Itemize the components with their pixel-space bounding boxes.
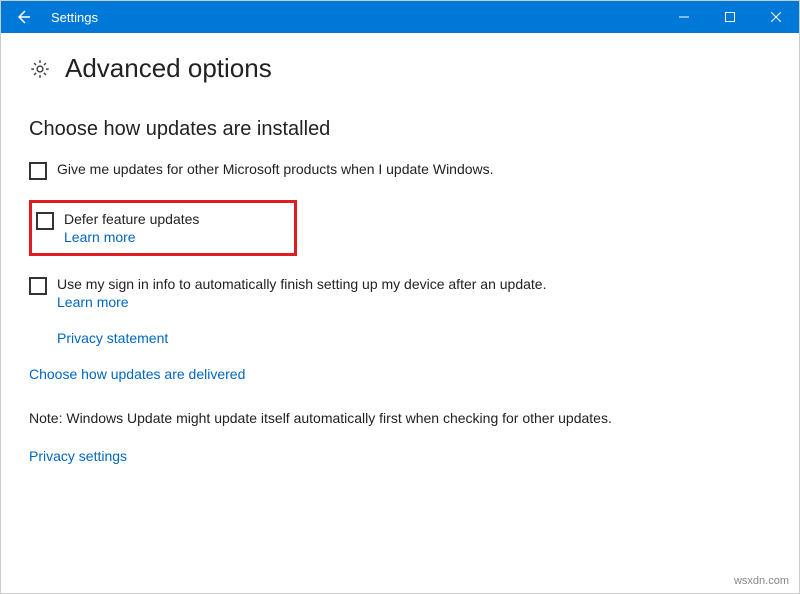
section-heading: Choose how updates are installed: [29, 118, 771, 141]
minimize-icon: [679, 12, 689, 22]
checkbox-sign-in-info: Use my sign in info to automatically fin…: [29, 274, 771, 312]
privacy-statement-link[interactable]: Privacy statement: [57, 330, 771, 346]
minimize-button[interactable]: [661, 1, 707, 33]
close-icon: [771, 12, 781, 22]
checkbox-other-products-box[interactable]: [29, 162, 47, 180]
checkbox-sign-in-info-box[interactable]: [29, 277, 47, 295]
page-header: Advanced options: [29, 53, 771, 84]
back-button[interactable]: [1, 1, 45, 33]
page-title: Advanced options: [65, 53, 272, 84]
checkbox-other-products-label: Give me updates for other Microsoft prod…: [57, 161, 494, 177]
defer-learn-more-link[interactable]: Learn more: [64, 229, 199, 245]
note-text: Note: Windows Update might update itself…: [29, 410, 771, 426]
gear-icon: [29, 58, 51, 80]
sign-in-learn-more-link[interactable]: Learn more: [57, 294, 546, 310]
checkbox-defer-content: Defer feature updates Learn more: [64, 211, 199, 245]
checkbox-other-products: Give me updates for other Microsoft prod…: [29, 159, 771, 182]
highlight-defer-updates: Defer feature updates Learn more: [29, 200, 297, 256]
checkbox-defer-updates-box[interactable]: [36, 212, 54, 230]
checkbox-defer-updates-label: Defer feature updates: [64, 211, 199, 227]
window-controls: [661, 1, 799, 33]
arrow-left-icon: [15, 9, 31, 25]
window-title: Settings: [51, 10, 661, 25]
watermark: wsxdn.com: [734, 575, 789, 587]
maximize-button[interactable]: [707, 1, 753, 33]
titlebar: Settings: [1, 1, 799, 33]
content-area: Advanced options Choose how updates are …: [1, 33, 799, 512]
privacy-settings-link[interactable]: Privacy settings: [29, 448, 771, 464]
maximize-icon: [725, 12, 735, 22]
checkbox-sign-in-info-label: Use my sign in info to automatically fin…: [57, 276, 546, 292]
delivery-link[interactable]: Choose how updates are delivered: [29, 366, 771, 382]
checkbox-sign-in-content: Use my sign in info to automatically fin…: [57, 276, 546, 310]
checkbox-defer-updates: Defer feature updates Learn more: [36, 209, 290, 247]
close-button[interactable]: [753, 1, 799, 33]
